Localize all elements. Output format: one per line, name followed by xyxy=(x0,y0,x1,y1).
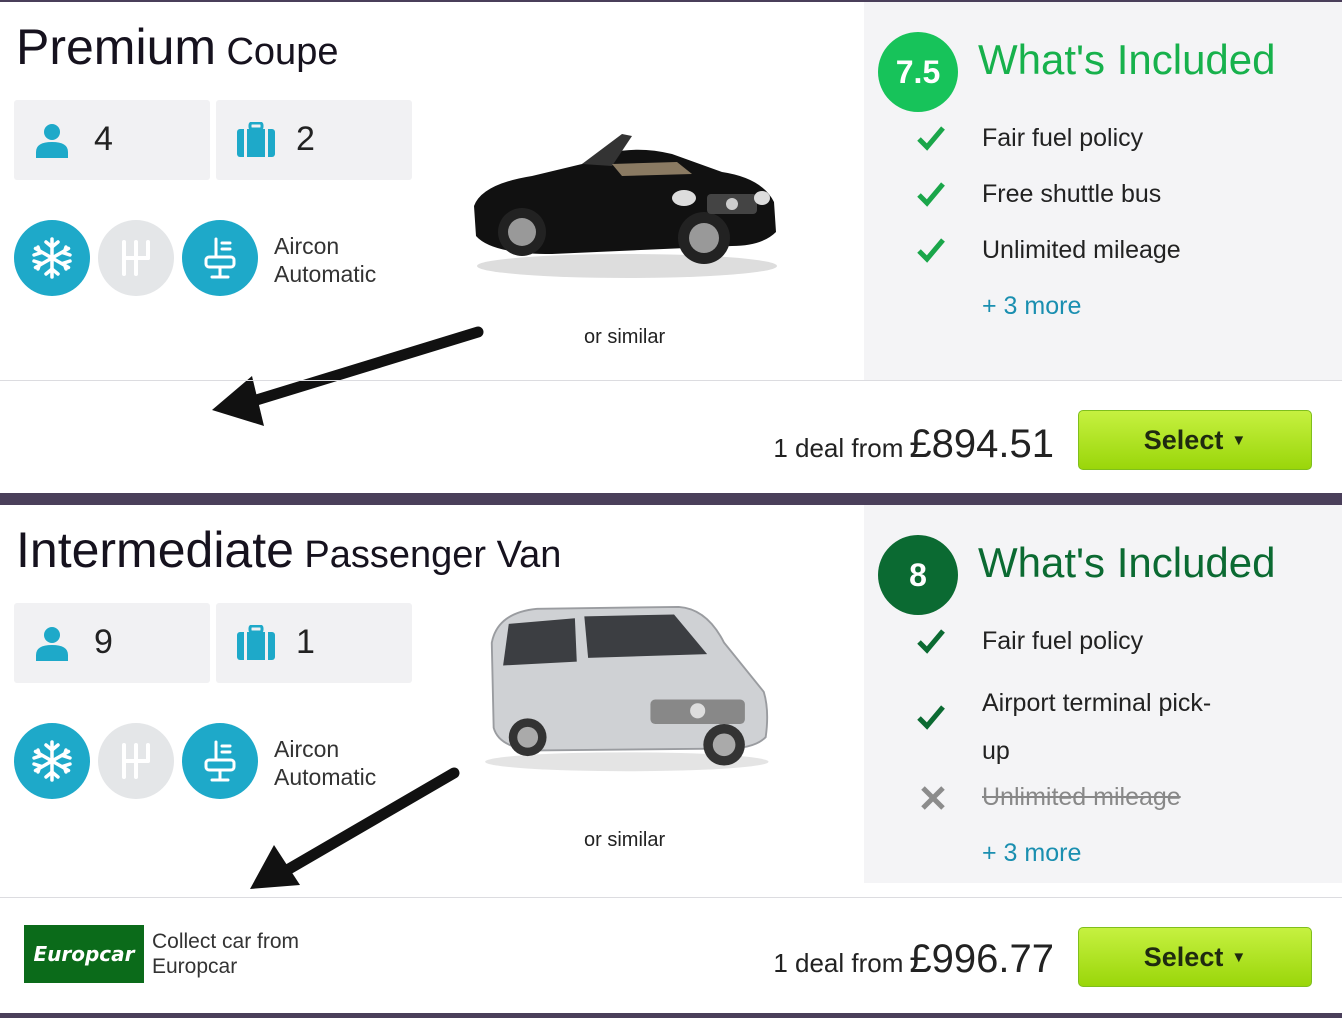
supplier-info: Collect car from Europcar xyxy=(152,929,299,979)
deal-price: 1 deal from £894.51 xyxy=(773,422,1054,467)
rating-badge: 8 xyxy=(878,535,958,615)
whats-included-panel: 7.5 What's Included Fair fuel policy Fre… xyxy=(864,2,1342,380)
deal-text: 1 deal from xyxy=(773,433,904,463)
supplier-line: Collect car from xyxy=(152,930,300,953)
price: £996.77 xyxy=(909,937,1054,981)
price: £894.51 xyxy=(909,422,1054,466)
select-label: Select xyxy=(1143,941,1224,972)
car-details: Premium Coupe 4 2 Aircon Automatic or si… xyxy=(0,2,864,426)
car-details: Intermediate Passenger Van 9 1 Aircon Au… xyxy=(0,505,864,889)
select-button[interactable]: Select ▼ xyxy=(1078,410,1312,470)
supplier-name: Europcar xyxy=(152,955,238,978)
check-icon xyxy=(917,705,945,730)
annotation-arrow xyxy=(212,326,484,426)
whats-included-title: What's Included xyxy=(978,539,1276,586)
check-icon xyxy=(917,182,945,207)
select-label: Select xyxy=(1143,424,1224,455)
europcar-logo: Europcar xyxy=(24,925,144,983)
check-icon xyxy=(917,126,945,151)
select-button[interactable]: Select ▼ xyxy=(1078,927,1312,987)
included-item: Fair fuel policy xyxy=(982,627,1144,655)
logo-text: Europcar xyxy=(33,942,135,966)
check-icon xyxy=(917,238,945,263)
whats-included-title: What's Included xyxy=(978,36,1276,83)
whats-included-panel: 8 What's Included Fair fuel policy Airpo… xyxy=(864,505,1342,883)
car-result-card: Intermediate Passenger Van 9 1 Aircon Au… xyxy=(0,505,1342,1013)
included-item: Unlimited mileage xyxy=(982,236,1181,264)
divider xyxy=(0,380,1342,381)
included-item-line: Airport terminal pick- xyxy=(982,689,1212,717)
included-item: Free shuttle bus xyxy=(982,180,1162,208)
car-result-card: Premium Coupe 4 2 Aircon Automatic or si… xyxy=(0,0,1342,493)
deal-text: 1 deal from xyxy=(773,948,904,978)
more-included-link[interactable]: + 3 more xyxy=(982,839,1081,868)
deal-price: 1 deal from £996.77 xyxy=(773,937,1054,982)
check-icon xyxy=(917,629,945,654)
more-included-link[interactable]: + 3 more xyxy=(982,292,1081,321)
included-item-line: up xyxy=(982,737,1010,765)
caret-down-icon: ▼ xyxy=(1231,948,1247,966)
included-item: Airport terminal pick- up xyxy=(982,679,1211,775)
included-item: Fair fuel policy xyxy=(982,124,1144,152)
annotation-arrow xyxy=(250,767,460,889)
divider xyxy=(0,897,1342,898)
caret-down-icon: ▼ xyxy=(1231,431,1247,449)
rating-badge: 7.5 xyxy=(878,32,958,112)
cross-icon xyxy=(921,786,945,810)
excluded-item: Unlimited mileage xyxy=(982,783,1181,811)
